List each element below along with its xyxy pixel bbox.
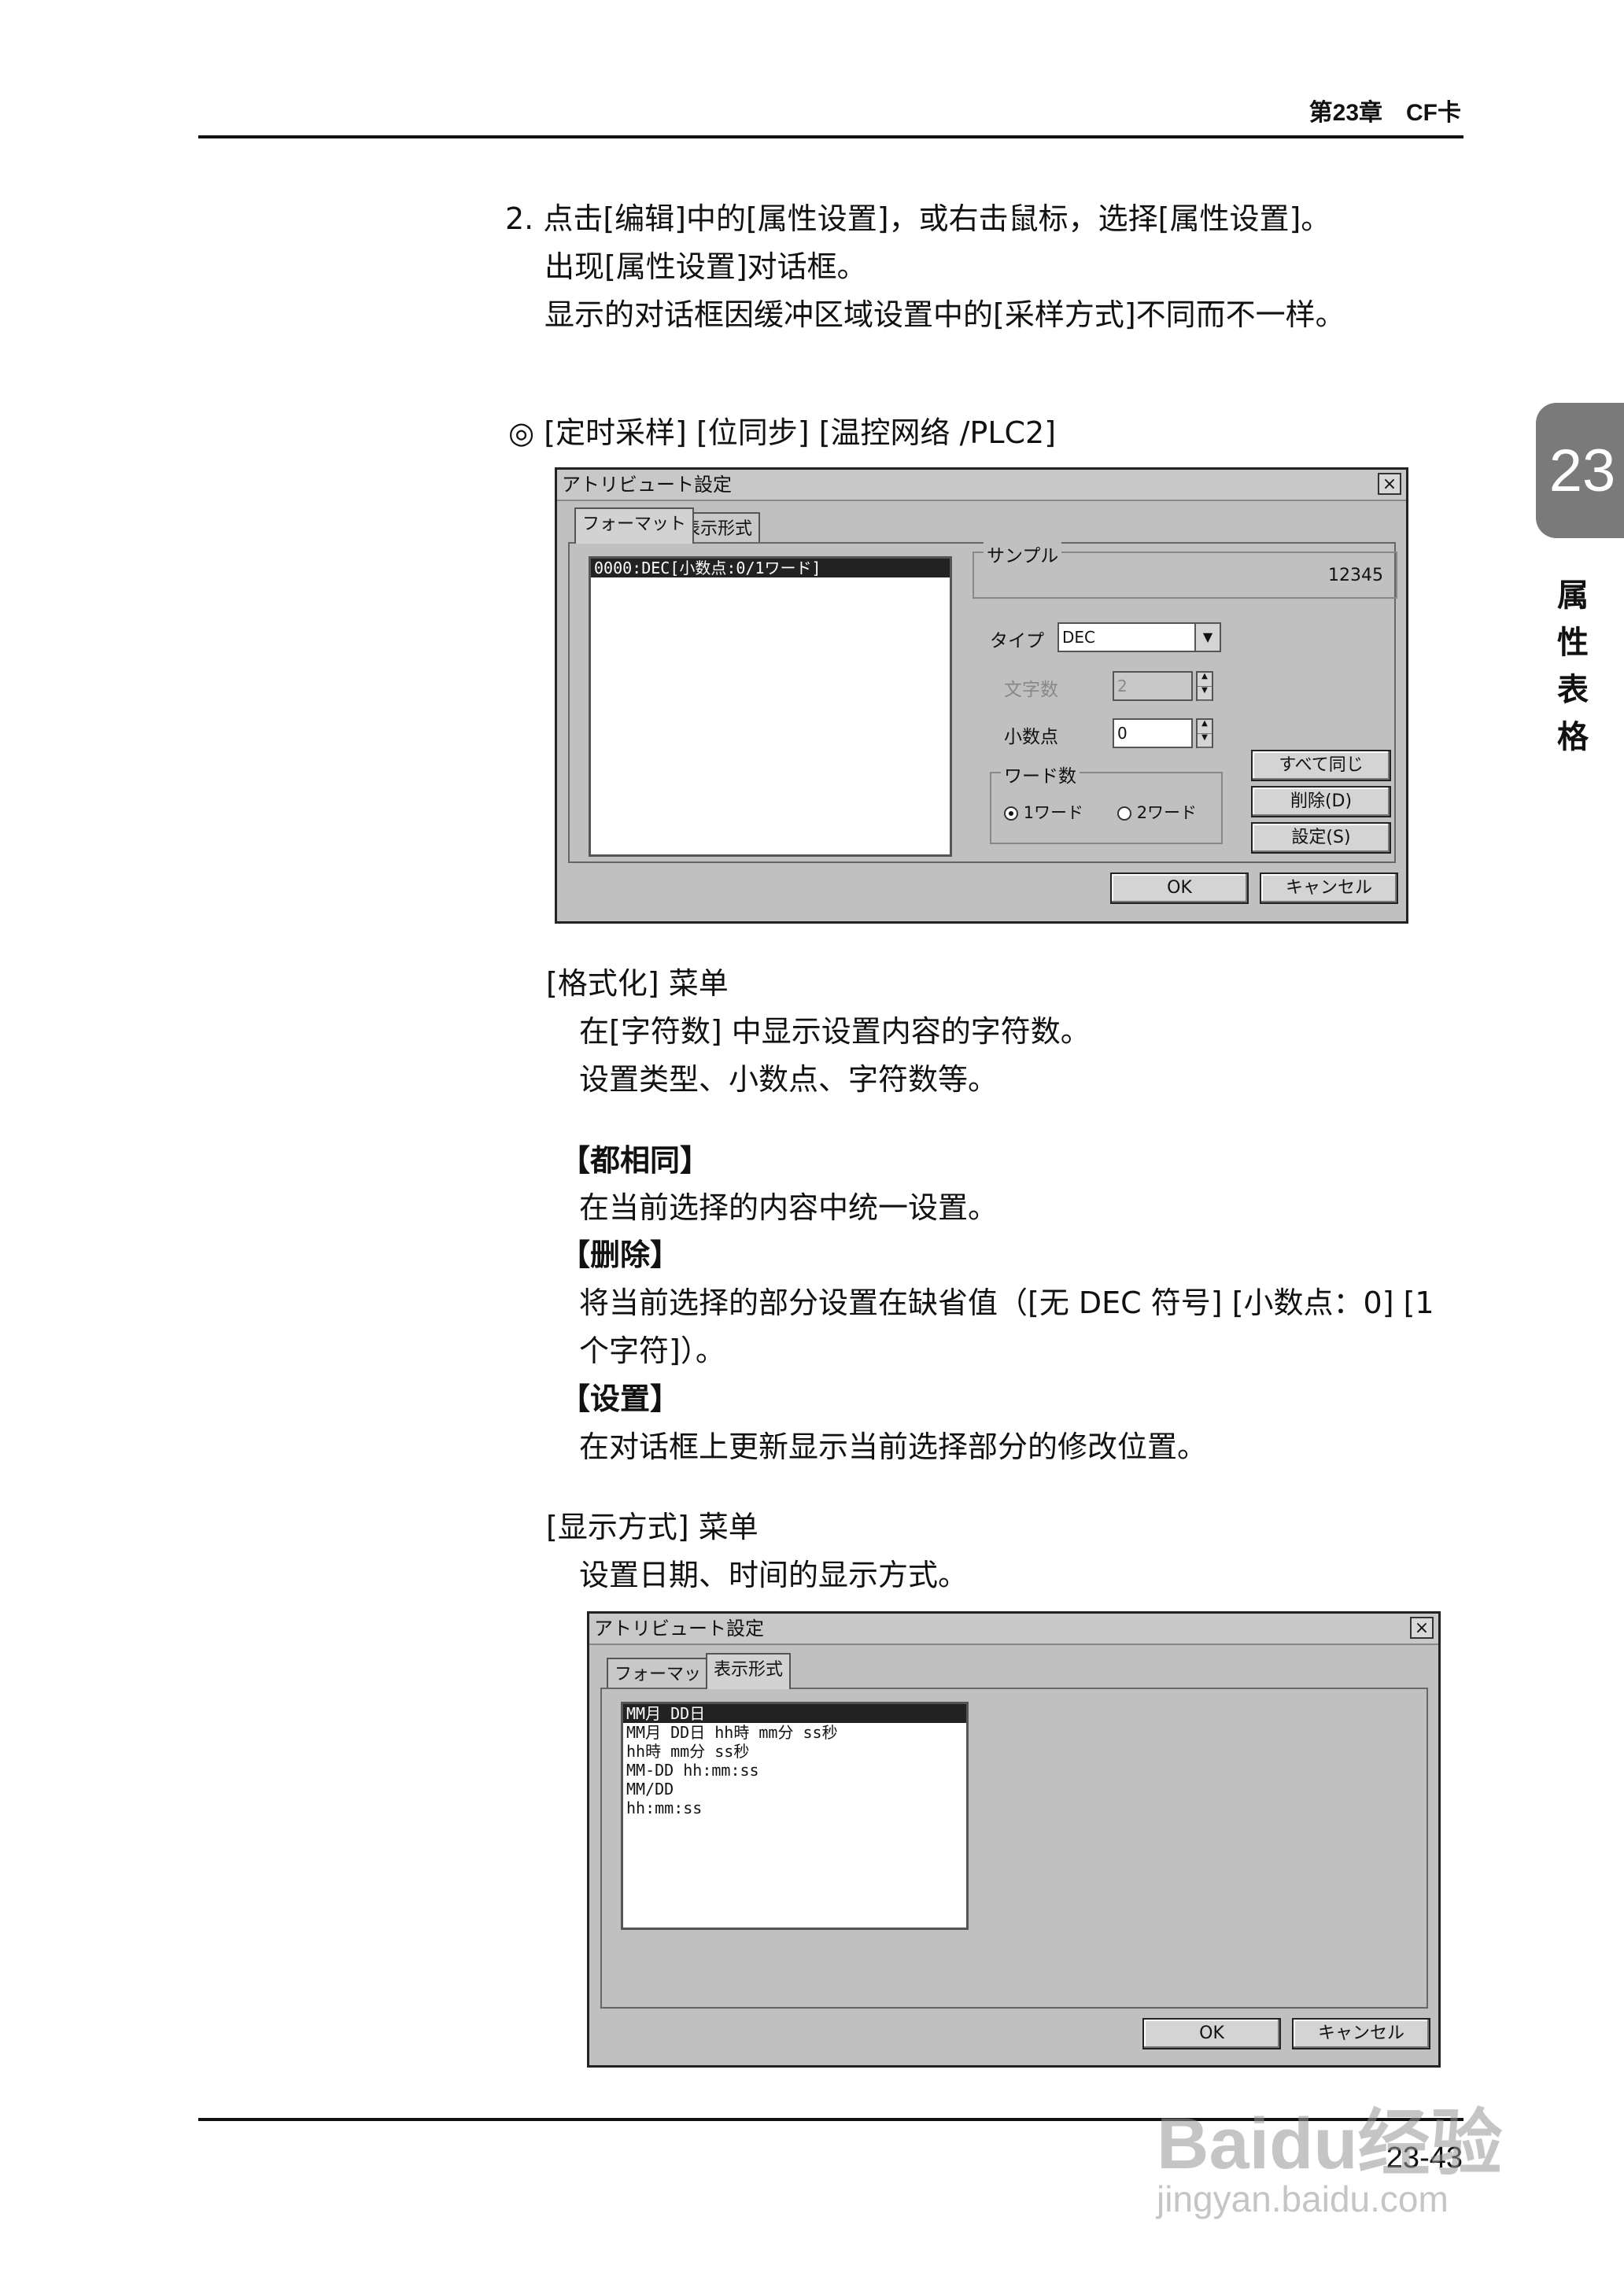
decimal-label: 小数点	[1004, 727, 1058, 747]
attribute-dialog-display: アトリビュート設定 × フォーマット 表示形式 MM月 DD日 MM月 DD日 …	[587, 1611, 1441, 2068]
attribute-dialog-format: アトリビュート設定 × フォーマット 表示形式 0000:DEC[小数点:0/1…	[555, 467, 1408, 924]
down-arrow-icon: ▼	[1198, 687, 1212, 701]
chars-label: 文字数	[1004, 680, 1058, 700]
word-count-group: ワード数 1ワード 2ワード	[990, 761, 1223, 844]
format-menu-desc-2: 设置类型、小数点、字符数等。	[579, 1062, 998, 1097]
format-menu-desc-1: 在[字符数] 中显示设置内容的字符数。	[579, 1014, 1091, 1049]
tab-format[interactable]: フォーマット	[574, 507, 695, 544]
chars-stepper: ▲ ▼	[1196, 671, 1213, 701]
down-arrow-icon[interactable]: ▼	[1198, 734, 1212, 748]
set-heading: 【设置】	[560, 1382, 681, 1416]
chevron-down-icon[interactable]: ▼	[1194, 624, 1220, 651]
set-desc: 在对话框上更新显示当前选择部分的修改位置。	[579, 1430, 1208, 1464]
all-same-button[interactable]: すべて同じ	[1251, 750, 1391, 781]
display-menu-desc: 设置日期、时间的显示方式。	[579, 1558, 969, 1592]
side-title-char: 表	[1557, 672, 1589, 708]
type-value: DEC	[1062, 628, 1096, 647]
chars-field: 2	[1113, 671, 1193, 701]
display-menu-title: [显示方式] 菜单	[546, 1510, 758, 1544]
header-rule	[198, 135, 1463, 138]
dialog-title: アトリビュート設定	[594, 1618, 764, 1640]
up-arrow-icon[interactable]: ▲	[1198, 720, 1212, 734]
list-item[interactable]: MM月 DD日 hh時 mm分 ss秒	[623, 1723, 966, 1742]
dialog-title: アトリビュート設定	[562, 474, 732, 496]
tab-display-format[interactable]: 表示形式	[706, 1653, 792, 1689]
all-same-desc: 在当前选择的内容中统一设置。	[579, 1190, 998, 1225]
section-heading: ◎ [定时采样] [位同步] [温控网络 /PLC2]	[508, 415, 1057, 450]
set-button[interactable]: 設定(S)	[1251, 822, 1391, 854]
side-title-char: 属	[1557, 577, 1589, 614]
decimal-stepper[interactable]: ▲ ▼	[1196, 718, 1213, 748]
list-item[interactable]: 0000:DEC[小数点:0/1ワード]	[591, 559, 950, 577]
up-arrow-icon: ▲	[1198, 673, 1212, 687]
baidu-watermark-url: jingyan.baidu.com	[1157, 2178, 1449, 2219]
delete-heading: 【删除】	[560, 1238, 681, 1272]
side-title-char: 性	[1557, 625, 1589, 661]
chapter-tab: 23	[1536, 403, 1624, 538]
delete-desc-2: 个字符]）。	[579, 1334, 725, 1368]
ok-button[interactable]: OK	[1142, 2018, 1281, 2049]
close-icon[interactable]: ×	[1410, 1617, 1434, 1639]
radio-1word-label: 1ワード	[1023, 803, 1084, 822]
step-line-2: 出现[属性设置]对话框。	[544, 249, 867, 284]
baidu-watermark-logo: Baidu经验	[1157, 2104, 1503, 2184]
list-item[interactable]: hh:mm:ss	[623, 1798, 966, 1817]
delete-button[interactable]: 削除(D)	[1251, 786, 1391, 817]
radio-1word[interactable]: 1ワード	[1004, 800, 1083, 824]
list-item[interactable]: MM/DD	[623, 1780, 966, 1798]
type-select[interactable]: DEC ▼	[1057, 622, 1221, 652]
word-count-group-title: ワード数	[1001, 761, 1080, 788]
radio-2word-label: 2ワード	[1136, 803, 1198, 822]
ok-button[interactable]: OK	[1110, 872, 1249, 904]
radio-icon[interactable]	[1117, 806, 1131, 821]
sample-value: 12345	[1328, 566, 1383, 585]
side-title-char: 格	[1557, 719, 1589, 755]
list-item[interactable]: MM月 DD日	[623, 1704, 966, 1723]
cancel-button[interactable]: キャンセル	[1292, 2018, 1430, 2049]
format-menu-title: [格式化] 菜单	[546, 966, 729, 1001]
delete-desc-1: 将当前选择的部分设置在缺省值（[无 DEC 符号] [小数点：0] [1	[579, 1286, 1434, 1320]
step-line-3: 显示的对话框因缓冲区域设置中的[采样方式]不同而不一样。	[544, 297, 1345, 332]
tab-panel: 0000:DEC[小数点:0/1ワード] サンプル 12345 タイプ DEC …	[568, 540, 1397, 863]
step-line-1: 2. 点击[编辑]中的[属性设置]，或右击鼠标，选择[属性设置]。	[505, 201, 1331, 236]
type-label: タイプ	[990, 631, 1044, 651]
all-same-heading: 【都相同】	[560, 1143, 710, 1178]
sample-group-title: サンプル	[984, 540, 1062, 567]
dialog-title-bar: アトリビュート設定	[589, 1614, 1438, 1645]
format-list[interactable]: 0000:DEC[小数点:0/1ワード]	[589, 556, 952, 857]
list-item[interactable]: MM-DD hh:mm:ss	[623, 1761, 966, 1780]
sample-group: サンプル 12345	[973, 540, 1397, 599]
cancel-button[interactable]: キャンセル	[1260, 872, 1398, 904]
radio-2word[interactable]: 2ワード	[1117, 800, 1197, 824]
list-item[interactable]: hh時 mm分 ss秒	[623, 1742, 966, 1761]
close-icon[interactable]: ×	[1378, 473, 1401, 495]
radio-selected-icon[interactable]	[1004, 806, 1018, 821]
dialog-title-bar: アトリビュート設定	[557, 470, 1406, 501]
tab-panel: MM月 DD日 MM月 DD日 hh時 mm分 ss秒 hh時 mm分 ss秒 …	[600, 1688, 1428, 2009]
display-format-list[interactable]: MM月 DD日 MM月 DD日 hh時 mm分 ss秒 hh時 mm分 ss秒 …	[621, 1702, 969, 1930]
chapter-header: 第23章 CF卡	[1308, 100, 1461, 126]
decimal-field[interactable]: 0	[1113, 718, 1193, 748]
